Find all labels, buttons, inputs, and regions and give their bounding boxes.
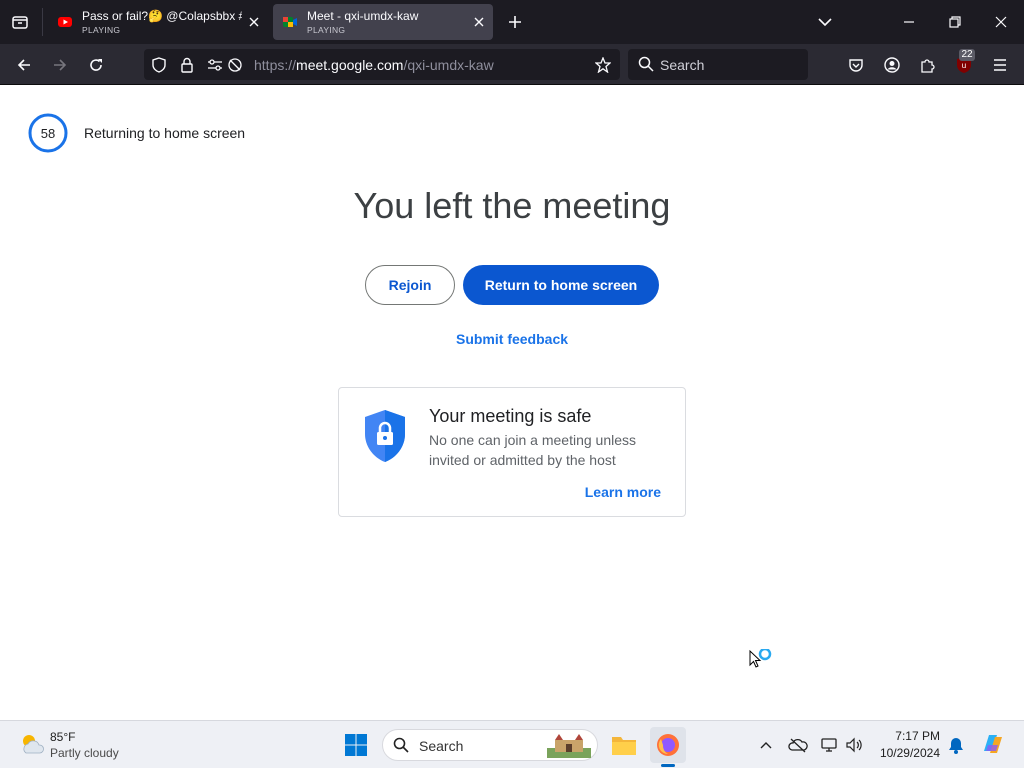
reload-icon[interactable] bbox=[83, 52, 109, 78]
search-icon bbox=[393, 737, 409, 758]
bookmark-star-icon[interactable] bbox=[594, 56, 612, 74]
returning-text: Returning to home screen bbox=[84, 125, 246, 141]
search-bar[interactable] bbox=[628, 49, 808, 80]
file-explorer-icon[interactable] bbox=[606, 727, 642, 763]
submit-feedback-link[interactable]: Submit feedback bbox=[456, 331, 568, 347]
url-text[interactable]: https://meet.google.com/qxi-umdx-kaw bbox=[254, 57, 494, 73]
network-icon[interactable] bbox=[820, 735, 840, 755]
new-tab-icon[interactable] bbox=[504, 11, 526, 33]
tab-title: Meet - qxi-umdx-kaw bbox=[307, 9, 419, 23]
countdown-seconds: 58 bbox=[40, 125, 56, 141]
tab-list-icon[interactable] bbox=[8, 11, 32, 33]
learn-more-link[interactable]: Learn more bbox=[585, 484, 661, 500]
forward-arrow-icon[interactable] bbox=[47, 52, 73, 78]
weather-condition[interactable]: Partly cloudy bbox=[50, 746, 119, 760]
close-icon[interactable] bbox=[471, 14, 487, 30]
chevron-up-icon[interactable] bbox=[756, 735, 776, 755]
minimize-icon[interactable] bbox=[886, 0, 932, 44]
tab-youtube[interactable]: Pass or fail?🤔 @Colapsbbx #p PLAYING bbox=[48, 4, 268, 40]
tab-strip: Pass or fail?🤔 @Colapsbbx #p PLAYING Mee… bbox=[0, 0, 1024, 44]
restore-icon[interactable] bbox=[932, 0, 978, 44]
active-app-indicator bbox=[661, 764, 675, 767]
safe-card-description: No one can join a meeting unless invited… bbox=[429, 432, 637, 468]
safe-card-title: Your meeting is safe bbox=[429, 406, 592, 426]
google-meet-icon bbox=[283, 15, 297, 29]
close-icon[interactable] bbox=[246, 14, 262, 30]
navigation-toolbar: https://meet.google.com/qxi-umdx-kaw u 2… bbox=[0, 44, 1024, 85]
search-input[interactable] bbox=[660, 55, 800, 75]
firefox-icon[interactable] bbox=[650, 727, 686, 763]
address-bar[interactable]: https://meet.google.com/qxi-umdx-kaw bbox=[144, 49, 620, 80]
return-home-button[interactable]: Return to home screen bbox=[463, 265, 659, 305]
tab-meet[interactable]: Meet - qxi-umdx-kaw PLAYING bbox=[273, 4, 493, 40]
extension-badge: 22 bbox=[959, 49, 975, 61]
account-icon[interactable] bbox=[879, 52, 905, 78]
permissions-icon[interactable] bbox=[206, 56, 224, 74]
hamburger-menu-icon[interactable] bbox=[987, 52, 1013, 78]
busy-cursor-icon bbox=[749, 649, 772, 668]
windows-start-icon[interactable] bbox=[338, 727, 374, 763]
copilot-icon[interactable] bbox=[980, 731, 1006, 757]
back-arrow-icon[interactable] bbox=[11, 52, 37, 78]
weather-temperature[interactable]: 85°F bbox=[50, 730, 75, 744]
volume-icon[interactable] bbox=[844, 735, 864, 755]
shield-lock-icon bbox=[365, 410, 405, 462]
clock-date[interactable]: 10/29/2024 bbox=[872, 746, 940, 760]
partly-cloudy-icon[interactable] bbox=[18, 731, 46, 757]
window-close-icon[interactable] bbox=[978, 0, 1024, 44]
notification-bell-icon[interactable] bbox=[946, 735, 966, 755]
page-title: You left the meeting bbox=[353, 185, 671, 226]
tab-separator bbox=[42, 8, 43, 36]
feedback-row: Submit feedback bbox=[0, 331, 1024, 347]
camera-blocked-icon[interactable] bbox=[226, 56, 244, 74]
rejoin-button[interactable]: Rejoin bbox=[365, 265, 455, 305]
meeting-safe-card: Your meeting is safe No one can join a m… bbox=[338, 387, 686, 517]
tab-playing-status: PLAYING bbox=[307, 25, 346, 35]
taskbar-search-label: Search bbox=[419, 738, 464, 754]
pocket-icon[interactable] bbox=[843, 52, 869, 78]
chevron-down-icon[interactable] bbox=[815, 12, 835, 32]
meet-left-page: 58 Returning to home screen You left the… bbox=[0, 85, 1024, 720]
onedrive-offline-icon[interactable] bbox=[788, 735, 808, 755]
clock-time[interactable]: 7:17 PM bbox=[880, 729, 940, 743]
shield-icon[interactable] bbox=[150, 56, 168, 74]
tab-title: Pass or fail?🤔 @Colapsbbx #p bbox=[82, 9, 242, 23]
search-highlight-castle-icon bbox=[547, 734, 591, 758]
extensions-puzzle-icon[interactable] bbox=[915, 52, 941, 78]
taskbar-search[interactable]: Search bbox=[382, 729, 598, 761]
taskbar: 85°F Partly cloudy Search 7:17 PM 10/29/… bbox=[0, 720, 1024, 768]
tab-playing-status: PLAYING bbox=[82, 25, 121, 35]
lock-icon[interactable] bbox=[178, 56, 196, 74]
search-icon bbox=[638, 56, 654, 77]
youtube-icon bbox=[58, 15, 72, 29]
svg-text:u: u bbox=[962, 61, 966, 70]
